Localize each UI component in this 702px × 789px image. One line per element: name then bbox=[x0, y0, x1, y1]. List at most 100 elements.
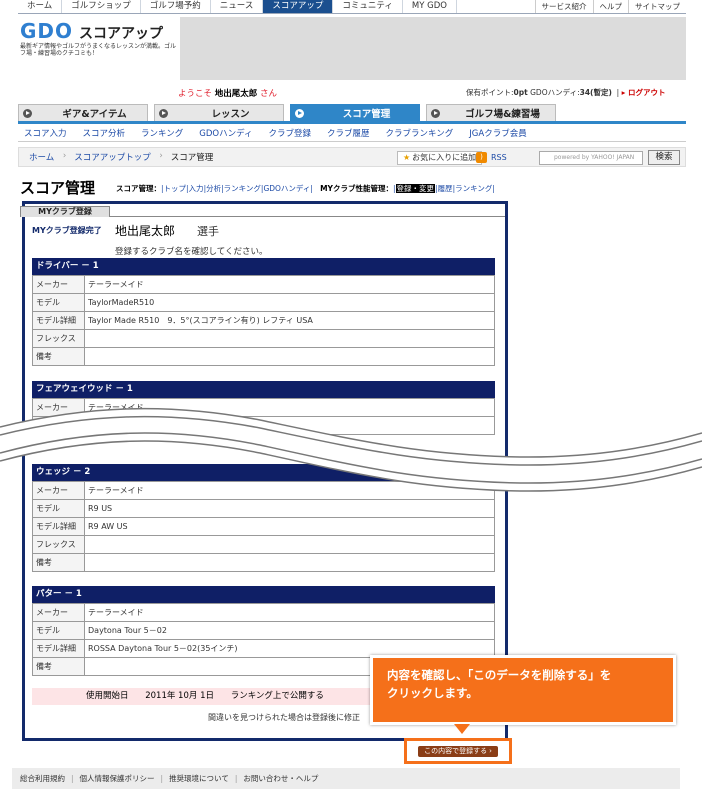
footer-link[interactable]: お問い合わせ・ヘルプ bbox=[243, 774, 318, 783]
category-tab[interactable]: スコア管理 bbox=[290, 104, 420, 121]
footer-link[interactable]: 推奨環境について bbox=[169, 774, 229, 783]
spec-key: 備考 bbox=[32, 347, 85, 366]
club-menu-label: MYクラブ性能管理： bbox=[320, 184, 393, 193]
category-tab-label: ギア&アイテム bbox=[62, 109, 127, 120]
breadcrumb-item[interactable]: ホーム bbox=[19, 151, 67, 163]
table-row: 備考 bbox=[32, 553, 495, 572]
category-tab-label: レッスン bbox=[211, 109, 250, 120]
club-section-header: パター － 1 bbox=[32, 586, 495, 603]
star-icon: ★ bbox=[403, 153, 411, 162]
play-bullet-icon bbox=[159, 108, 168, 118]
category-tabs: ギア&アイテム レッスン スコア管理 ゴルフ場&練習場 bbox=[18, 104, 686, 121]
spec-key: フレックス bbox=[32, 329, 85, 348]
instruction-text: 登録するクラブ名を確認してください。 bbox=[115, 247, 268, 257]
score-menu-link[interactable]: トップ bbox=[164, 184, 187, 193]
spec-key: モデル bbox=[32, 621, 85, 640]
service-name: スコアアップ bbox=[79, 26, 164, 42]
spec-value bbox=[84, 553, 495, 572]
player-name: 地出尾太郎 bbox=[115, 224, 176, 238]
callout-tail bbox=[454, 724, 470, 734]
club-section-header: ドライバー － 1 bbox=[32, 258, 495, 275]
search-button[interactable]: 検索 bbox=[648, 150, 680, 165]
spec-value bbox=[84, 329, 495, 348]
use-start-bar: 使用開始日 2011年 10月 1日 ランキング上で公開する bbox=[32, 688, 371, 705]
correction-note: 間違いを見つけられた場合は登録後に修正 bbox=[208, 713, 360, 722]
footer-links: 総合利用規約 | 個人情報保護ポリシー | 推奨環境について | お問い合わせ・ヘルプ bbox=[12, 768, 680, 789]
omission-wave bbox=[0, 407, 702, 492]
site-logo[interactable]: GDO スコアアップ bbox=[20, 19, 163, 43]
spec-key: モデル詳細 bbox=[32, 639, 85, 658]
club-spec-table: メーカー テーラーメイド モデル TaylorMadeR510 モデル詳細 Taylor … bbox=[32, 275, 495, 366]
search-input[interactable]: powered by YAHOO! JAPAN bbox=[539, 151, 643, 165]
play-bullet-icon bbox=[23, 108, 32, 118]
footer-separator: | bbox=[160, 774, 164, 783]
global-nav-item[interactable]: コミュニティ bbox=[333, 0, 403, 13]
global-nav-item[interactable]: ニュース bbox=[211, 0, 264, 13]
sub-nav-item[interactable]: スコア入力 bbox=[24, 127, 67, 139]
spec-key: モデル bbox=[32, 293, 85, 312]
global-nav-item[interactable]: ゴルフ場予約 bbox=[141, 0, 211, 13]
global-nav-right-item[interactable]: ヘルプ bbox=[592, 0, 629, 13]
footer-link[interactable]: 総合利用規約 bbox=[20, 774, 65, 783]
score-menu: スコア管理：|トップ|入力|分析|ランキング|GDOハンディ| MYクラブ性能管… bbox=[116, 183, 495, 194]
global-nav-item[interactable]: ホーム bbox=[18, 0, 63, 13]
club-menu-link[interactable]: 登録・変更 bbox=[395, 184, 436, 193]
category-tab-label: スコア管理 bbox=[342, 109, 391, 120]
rss-icon: ) bbox=[476, 152, 487, 163]
score-menu-link[interactable]: 分析 bbox=[206, 184, 221, 193]
sub-nav-item[interactable]: JGAクラブ会員 bbox=[469, 127, 526, 139]
register-status: MYクラブ登録完了 bbox=[32, 226, 102, 235]
sub-nav-item[interactable]: クラブ登録 bbox=[269, 127, 312, 139]
add-favorite-button[interactable]: ★ お気に入りに追加 bbox=[397, 151, 483, 165]
spec-key: モデル詳細 bbox=[32, 517, 85, 536]
club-section: ドライバー － 1 メーカー テーラーメイド モデル TaylorMadeR510 モデル… bbox=[32, 258, 495, 366]
footer-link[interactable]: 個人情報保護ポリシー bbox=[80, 774, 155, 783]
menu-separator: | bbox=[492, 184, 495, 193]
play-bullet-icon bbox=[295, 108, 304, 118]
global-nav-item[interactable]: MY GDO bbox=[403, 0, 457, 13]
category-tab[interactable]: ゴルフ場&練習場 bbox=[426, 104, 556, 121]
global-nav-right: サービス紹介 ヘルプ サイトマップ bbox=[534, 0, 687, 13]
spec-key: メーカー bbox=[32, 275, 85, 294]
sub-nav-item[interactable]: クラブ履歴 bbox=[327, 127, 370, 139]
global-nav-item[interactable]: ゴルフショップ bbox=[62, 0, 141, 13]
category-tab[interactable]: レッスン bbox=[154, 104, 284, 121]
sub-nav-item[interactable]: GDOハンディ bbox=[199, 127, 252, 139]
score-menu-link[interactable]: 入力 bbox=[189, 184, 204, 193]
global-nav-right-item[interactable]: サービス紹介 bbox=[534, 0, 593, 13]
global-nav-right-item[interactable]: サイトマップ bbox=[628, 0, 686, 13]
score-menu-label: スコア管理： bbox=[116, 184, 161, 193]
sub-nav-item[interactable]: スコア分析 bbox=[83, 127, 126, 139]
table-row: フレックス bbox=[32, 535, 495, 554]
ad-banner[interactable] bbox=[180, 17, 686, 80]
logout-link[interactable]: ▸ ログアウト bbox=[622, 88, 666, 97]
table-row: モデル詳細 R9 AW US bbox=[32, 517, 495, 536]
welcome-message: ようこそ 地出尾太郎 さん bbox=[178, 89, 277, 99]
global-nav-item[interactable]: スコアアップ bbox=[263, 0, 334, 13]
category-tab[interactable]: ギア&アイテム bbox=[18, 104, 148, 121]
global-nav-items: ホーム ゴルフショップ ゴルフ場予約 ニュース スコアアップ コミュニティ MY GDO bbox=[18, 0, 457, 13]
score-menu-link[interactable]: ランキング bbox=[224, 184, 261, 193]
footer-separator: | bbox=[234, 774, 238, 783]
table-row: モデル Daytona Tour 5－02 bbox=[32, 621, 495, 640]
sub-nav-item[interactable]: ランキング bbox=[141, 127, 183, 139]
footer-separator: | bbox=[71, 774, 74, 783]
register-submit-button[interactable]: この内容で登録する bbox=[418, 746, 498, 757]
user-name[interactable]: 地出尾太郎 bbox=[215, 89, 258, 99]
sub-nav-item[interactable]: クラブランキング bbox=[386, 127, 454, 139]
rss-link[interactable]: ) RSS bbox=[476, 152, 507, 163]
breadcrumb-item[interactable]: スコアアップトップ bbox=[64, 151, 162, 163]
table-row: メーカー テーラーメイド bbox=[32, 275, 495, 294]
spec-value bbox=[84, 347, 495, 366]
table-row: モデル TaylorMadeR510 bbox=[32, 293, 495, 312]
spec-value: Taylor Made R510 9．5°(スコアライン有り) レフティ USA bbox=[84, 311, 495, 330]
play-bullet-icon bbox=[431, 108, 440, 118]
spec-key: 備考 bbox=[32, 657, 85, 676]
club-menu-link[interactable]: ランキング bbox=[455, 184, 492, 193]
club-menu-link[interactable]: 履歴 bbox=[438, 184, 453, 193]
category-tab-label: ゴルフ場&練習場 bbox=[465, 109, 540, 120]
instruction-callout: 内容を確認し、「このデータを削除する」を クリックします。 bbox=[370, 655, 676, 725]
score-menu-link[interactable]: GDOハンディ bbox=[263, 184, 310, 193]
points-status: 保有ポイント:0pt GDOハンディ:34(暫定) | ▸ ログアウト bbox=[466, 88, 666, 97]
sub-nav: スコア入力 スコア分析 ランキング GDOハンディ クラブ登録 クラブ履歴 クラブランキング… bbox=[18, 124, 686, 142]
